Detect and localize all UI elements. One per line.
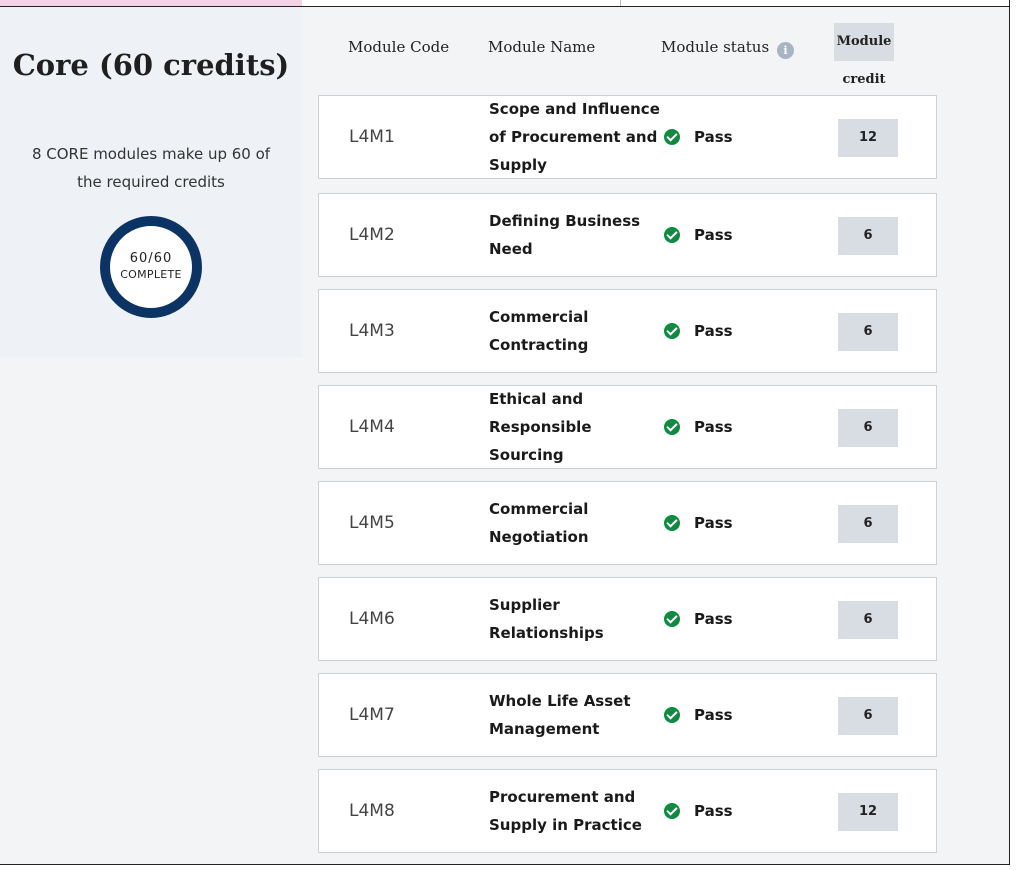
table-row: L4M3 Commercial Contracting Pass 6 <box>318 289 937 373</box>
status-text: Pass <box>694 226 733 244</box>
check-circle-icon <box>664 323 680 339</box>
credit-badge: 12 <box>838 793 898 831</box>
core-description: 8 CORE modules make up 60 of the require… <box>31 145 271 191</box>
check-circle-icon <box>664 707 680 723</box>
table-row: L4M8 Procurement and Supply in Practice … <box>318 769 937 853</box>
module-code: L4M7 <box>349 705 395 725</box>
module-name: Commercial Negotiation <box>489 500 589 546</box>
credit-badge: 12 <box>838 119 898 157</box>
progress-label: COMPLETE <box>120 268 182 281</box>
module-code: L4M3 <box>349 321 395 341</box>
module-status: Pass <box>664 386 733 468</box>
progress-ring: 60/60 COMPLETE <box>99 215 203 319</box>
table-row: L4M1 Scope and Influence of Procurement … <box>318 95 937 179</box>
credit-badge: 6 <box>838 505 898 543</box>
module-code: L4M2 <box>349 225 395 245</box>
module-name: Commercial Contracting <box>489 308 589 354</box>
module-name: Whole Life Asset Management <box>489 692 631 738</box>
page-frame: Core (60 credits) 8 CORE modules make up… <box>0 0 1010 865</box>
table-row: L4M5 Commercial Negotiation Pass 6 <box>318 481 937 565</box>
credit-badge: 6 <box>838 217 898 255</box>
info-icon[interactable]: i <box>777 42 794 59</box>
status-text: Pass <box>694 322 733 340</box>
module-name: Scope and Influence of Procurement and S… <box>489 100 660 174</box>
table-row: L4M7 Whole Life Asset Management Pass 6 <box>318 673 937 757</box>
module-status: Pass <box>664 96 733 178</box>
header-module-code: Module Code <box>348 38 450 56</box>
table-row: L4M2 Defining Business Need Pass 6 <box>318 193 937 277</box>
progress-count: 60/60 <box>129 251 173 266</box>
status-text: Pass <box>694 514 733 532</box>
check-circle-icon <box>664 515 680 531</box>
module-status: Pass <box>664 290 733 372</box>
check-circle-icon <box>664 129 680 145</box>
module-code: L4M8 <box>349 801 395 821</box>
module-name: Procurement and Supply in Practice <box>489 788 642 834</box>
status-text: Pass <box>694 128 733 146</box>
module-status: Pass <box>664 194 733 276</box>
status-text: Pass <box>694 610 733 628</box>
status-text: Pass <box>694 418 733 436</box>
credit-badge: 6 <box>838 409 898 447</box>
active-tab-indicator[interactable] <box>0 0 302 6</box>
header-module-credit: Module credit <box>834 23 894 87</box>
module-status: Pass <box>664 674 733 756</box>
module-code: L4M1 <box>349 127 395 147</box>
top-tab-strip <box>0 0 1009 7</box>
status-text: Pass <box>694 802 733 820</box>
check-circle-icon <box>664 227 680 243</box>
check-circle-icon <box>664 803 680 819</box>
tab-divider <box>620 0 621 6</box>
table-row: L4M6 Supplier Relationships Pass 6 <box>318 577 937 661</box>
module-name: Defining Business Need <box>489 212 641 258</box>
header-module-status: Module status <box>661 38 770 56</box>
module-code: L4M4 <box>349 417 395 437</box>
credit-badge: 6 <box>838 313 898 351</box>
module-status: Pass <box>664 770 733 852</box>
module-code: L4M6 <box>349 609 395 629</box>
core-title: Core (60 credits) <box>12 48 290 82</box>
credit-badge: 6 <box>838 601 898 639</box>
header-module-name: Module Name <box>488 38 596 56</box>
module-status: Pass <box>664 578 733 660</box>
module-name: Supplier Relationships <box>489 596 604 642</box>
module-status: Pass <box>664 482 733 564</box>
table-row: L4M4 Ethical and Responsible Sourcing Pa… <box>318 385 937 469</box>
core-summary-panel: Core (60 credits) 8 CORE modules make up… <box>0 7 302 357</box>
check-circle-icon <box>664 611 680 627</box>
module-name: Ethical and Responsible Sourcing <box>489 390 592 464</box>
check-circle-icon <box>664 419 680 435</box>
module-code: L4M5 <box>349 513 395 533</box>
credit-badge: 6 <box>838 697 898 735</box>
status-text: Pass <box>694 706 733 724</box>
